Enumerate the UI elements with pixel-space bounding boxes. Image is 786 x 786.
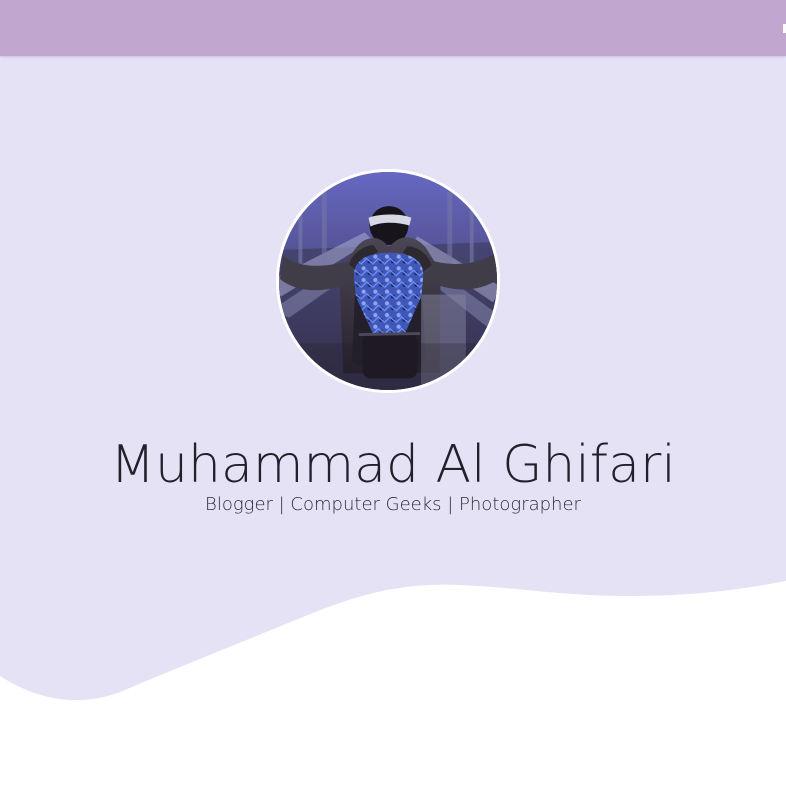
avatar-photo-icon [279,172,497,390]
profile-tagline: Blogger | Computer Geeks | Photographer [205,494,581,515]
hero-wave-background [0,56,786,701]
portfolio-page: Muhammad Al Ghifari Blogger | Computer G… [0,0,786,786]
profile-avatar [276,169,500,393]
profile-name: Muhammad Al Ghifari [110,434,676,495]
profile-hero: Muhammad Al Ghifari Blogger | Computer G… [0,56,786,786]
top-navbar [0,0,786,56]
